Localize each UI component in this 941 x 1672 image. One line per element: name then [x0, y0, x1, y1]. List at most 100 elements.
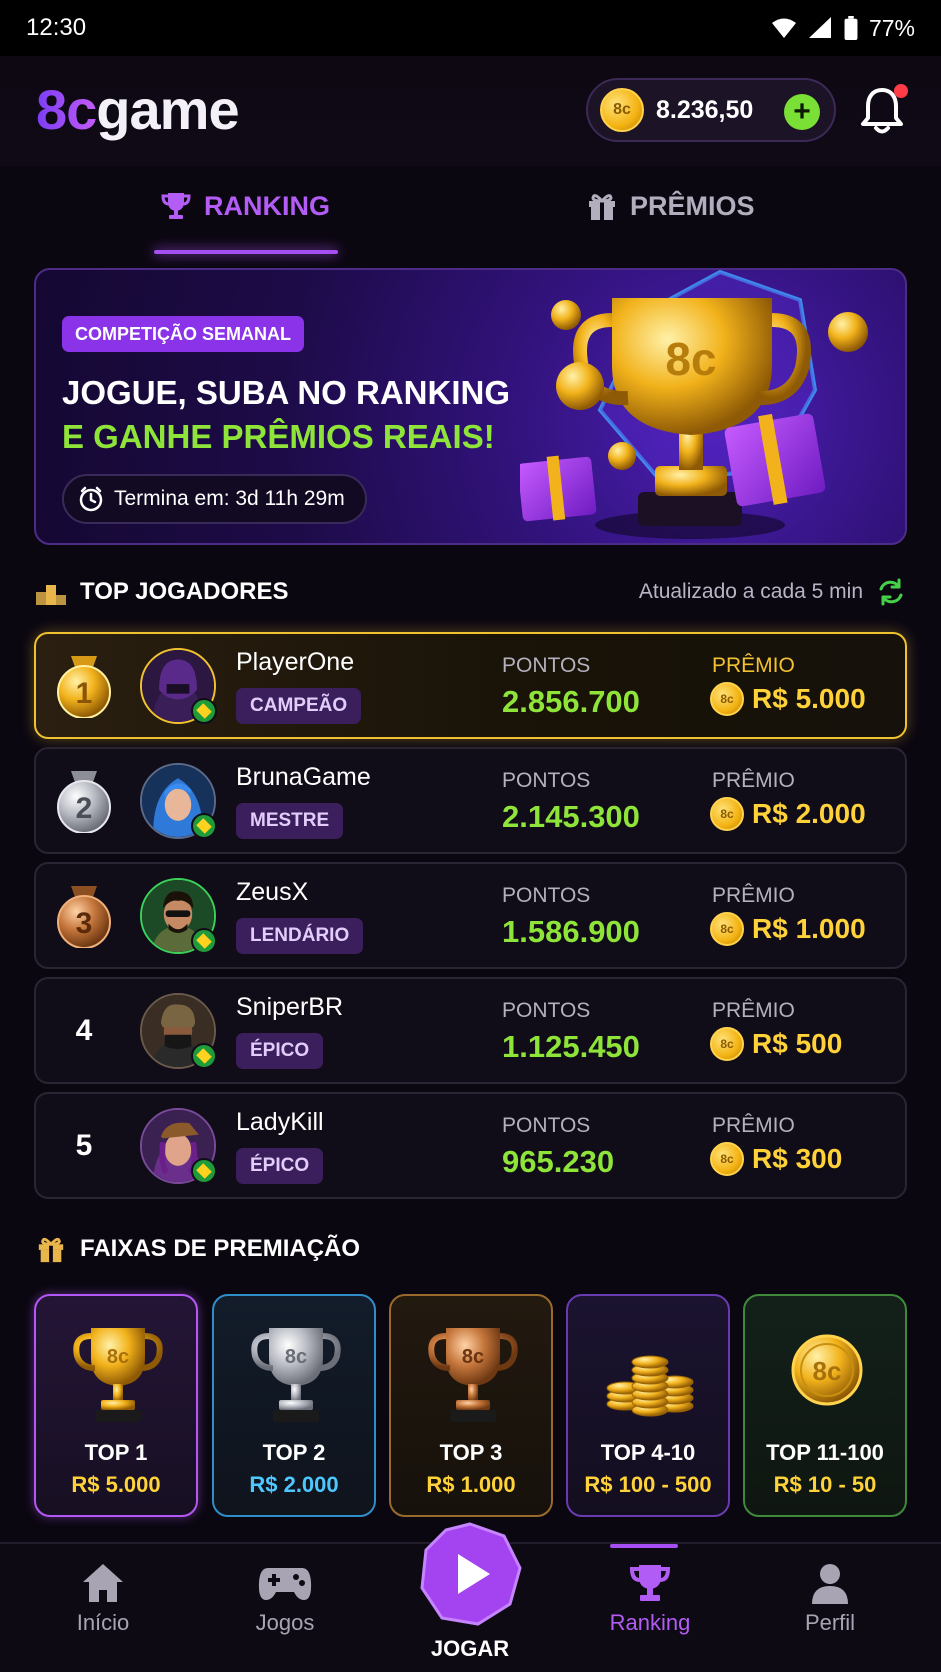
nav-jogos-label: Jogos — [255, 1610, 315, 1635]
prize-label: PRÊMIO — [712, 1114, 795, 1137]
points-label: PONTOS — [502, 1114, 591, 1137]
gift-icon — [38, 1237, 64, 1263]
points-label: PONTOS — [502, 654, 591, 677]
points-value: 1.125.450 — [502, 1029, 640, 1064]
nav-jogos[interactable]: Jogos — [225, 1562, 345, 1636]
podium-icon — [36, 585, 66, 605]
tier-value: R$ 100 - 500 — [584, 1472, 712, 1497]
prize-value: R$ 5.000 — [752, 683, 866, 714]
prize-amount: 8c R$ 500 — [710, 1027, 842, 1061]
balance-pill[interactable]: 8c 8.236,50 + — [586, 78, 836, 142]
wifi-icon — [771, 18, 796, 38]
add-balance-button[interactable]: + — [784, 94, 820, 130]
prize-tier-card-top11-100[interactable]: 8c TOP 11-100 R$ 10 - 50 — [743, 1294, 907, 1517]
competition-badge: COMPETIÇÃO SEMANAL — [62, 316, 304, 352]
coin-icon: 8c — [710, 797, 744, 831]
app-header: 8c game 8c 8.236,50 + — [0, 56, 941, 166]
bronze-medal-icon: 3 — [57, 886, 111, 948]
tab-ranking[interactable]: RANKING — [160, 190, 330, 222]
brazil-flag-icon — [191, 813, 217, 839]
refresh-icon[interactable] — [877, 578, 905, 606]
tier-label: TOP 4-10 — [600, 1440, 696, 1465]
gift-icon — [589, 194, 615, 220]
prize-tier-card-top2[interactable]: 8c TOP 2 R$ 2.000 — [212, 1294, 376, 1517]
trophy-illustration: 8c — [520, 270, 868, 539]
prize-amount: 8c R$ 2.000 — [710, 797, 866, 831]
points-label: PONTOS — [502, 999, 591, 1022]
banner-headline-1: JOGUE, SUBA NO RANKING — [62, 374, 510, 411]
prize-value: R$ 500 — [752, 1028, 843, 1059]
nav-inicio-label: Início — [76, 1610, 130, 1635]
player-tier-badge: ÉPICO — [236, 1148, 324, 1184]
nav-inicio[interactable]: Início — [43, 1562, 163, 1636]
balance-amount: 8.236,50 — [656, 95, 754, 124]
trophy-label: 8c — [462, 1346, 484, 1368]
leaderboard-row[interactable]: 3 ZeusX LENDÁRIO PONTOS 1.586.900 PRÊMIO… — [34, 862, 907, 969]
weekly-competition-banner[interactable]: COMPETIÇÃO SEMANAL JOGUE, SUBA NO RANKIN… — [34, 268, 907, 545]
leaderboard-row[interactable]: 2 BrunaGame MESTRE PONTOS 2.145.300 PRÊM… — [34, 747, 907, 854]
battery-level: 77% — [868, 14, 915, 41]
brazil-flag-icon — [191, 698, 217, 724]
prize-label: PRÊMIO — [712, 654, 795, 677]
coin-label: 8c — [813, 1356, 842, 1386]
player-tier-badge: CAMPEÃO — [236, 688, 362, 724]
prize-label: PRÊMIO — [712, 999, 795, 1022]
silver-medal-icon: 2 — [57, 771, 111, 833]
prize-value: R$ 300 — [752, 1143, 843, 1174]
rank-number: 1 — [76, 677, 93, 710]
player-name: BrunaGame — [236, 763, 371, 791]
rank-number: 4 — [75, 1013, 93, 1047]
prize-amount: 8c R$ 300 — [710, 1142, 842, 1176]
leaderboard-row[interactable]: 5 LadyKill ÉPICO PONTOS 965.230 PRÊMIO 8… — [34, 1092, 907, 1199]
coin-icon: 8c — [710, 912, 744, 946]
player-name: LadyKill — [236, 1108, 324, 1136]
prize-amount: 8c R$ 5.000 — [710, 682, 866, 716]
banner-headline-2: E GANHE PRÊMIOS REAIS! — [62, 418, 495, 455]
tab-premios[interactable]: PRÊMIOS — [586, 190, 755, 222]
tier-label: TOP 2 — [262, 1440, 326, 1465]
prize-tier-card-top4-10[interactable]: TOP 4-10 R$ 100 - 500 — [566, 1294, 730, 1517]
bronze-trophy-icon: 8c — [428, 1328, 518, 1422]
player-name: ZeusX — [236, 878, 309, 906]
player-tier-badge: MESTRE — [236, 803, 344, 839]
points-value: 2.145.300 — [502, 799, 640, 834]
nav-ranking-label: Ranking — [609, 1610, 691, 1635]
prize-value: R$ 2.000 — [752, 798, 866, 829]
signal-icon — [808, 17, 831, 38]
battery-icon — [844, 16, 858, 40]
nav-jogar-label[interactable]: JOGAR — [380, 1636, 560, 1662]
tier-label: TOP 1 — [84, 1440, 148, 1465]
coin-icon: 8c — [710, 682, 744, 716]
nav-perfil-label: Perfil — [804, 1610, 856, 1635]
gold-trophy-icon: 8c — [73, 1328, 163, 1422]
nav-perfil[interactable]: Perfil — [770, 1562, 890, 1636]
brazil-flag-icon — [191, 928, 217, 954]
profile-icon — [812, 1564, 848, 1604]
silver-trophy-icon: 8c — [251, 1328, 341, 1422]
countdown-text: Termina em: 3d 11h 29m — [114, 487, 345, 510]
points-value: 2.856.700 — [502, 684, 640, 719]
tier-label: TOP 3 — [439, 1440, 503, 1465]
nav-ranking[interactable]: Ranking — [590, 1562, 710, 1636]
prize-tier-card-top1[interactable]: 8c TOP 1 R$ 5.000 — [34, 1294, 198, 1517]
rank-number: 5 — [75, 1128, 93, 1162]
tier-value: R$ 10 - 50 — [773, 1472, 877, 1497]
prize-label: PRÊMIO — [712, 884, 795, 907]
leaderboard-row[interactable]: 1 PlayerOne CAMPEÃO PONTOS 2.856.700 PRÊ… — [34, 632, 907, 739]
nav-active-indicator — [610, 1544, 678, 1548]
player-name: PlayerOne — [236, 648, 355, 676]
app-logo[interactable]: 8c game — [36, 78, 240, 141]
logo-part2: game — [96, 78, 239, 141]
ranking-tabs: RANKING PRÊMIOS — [0, 166, 941, 256]
tier-value: R$ 1.000 — [426, 1472, 516, 1497]
update-info: Atualizado a cada 5 min — [639, 578, 905, 606]
brazil-flag-icon — [191, 1043, 217, 1069]
play-button[interactable] — [418, 1522, 522, 1626]
prize-tier-card-top3[interactable]: 8c TOP 3 R$ 1.000 — [389, 1294, 553, 1517]
leaderboard-row[interactable]: 4 SniperBR ÉPICO PONTOS 1.125.450 PRÊMIO… — [34, 977, 907, 1084]
status-time: 12:30 — [26, 14, 87, 41]
coin-icon: 8c — [600, 88, 644, 132]
trophy-label: 8c — [285, 1346, 307, 1368]
top-players-title: TOP JOGADORES — [36, 578, 289, 606]
rank-number: 2 — [76, 792, 93, 825]
